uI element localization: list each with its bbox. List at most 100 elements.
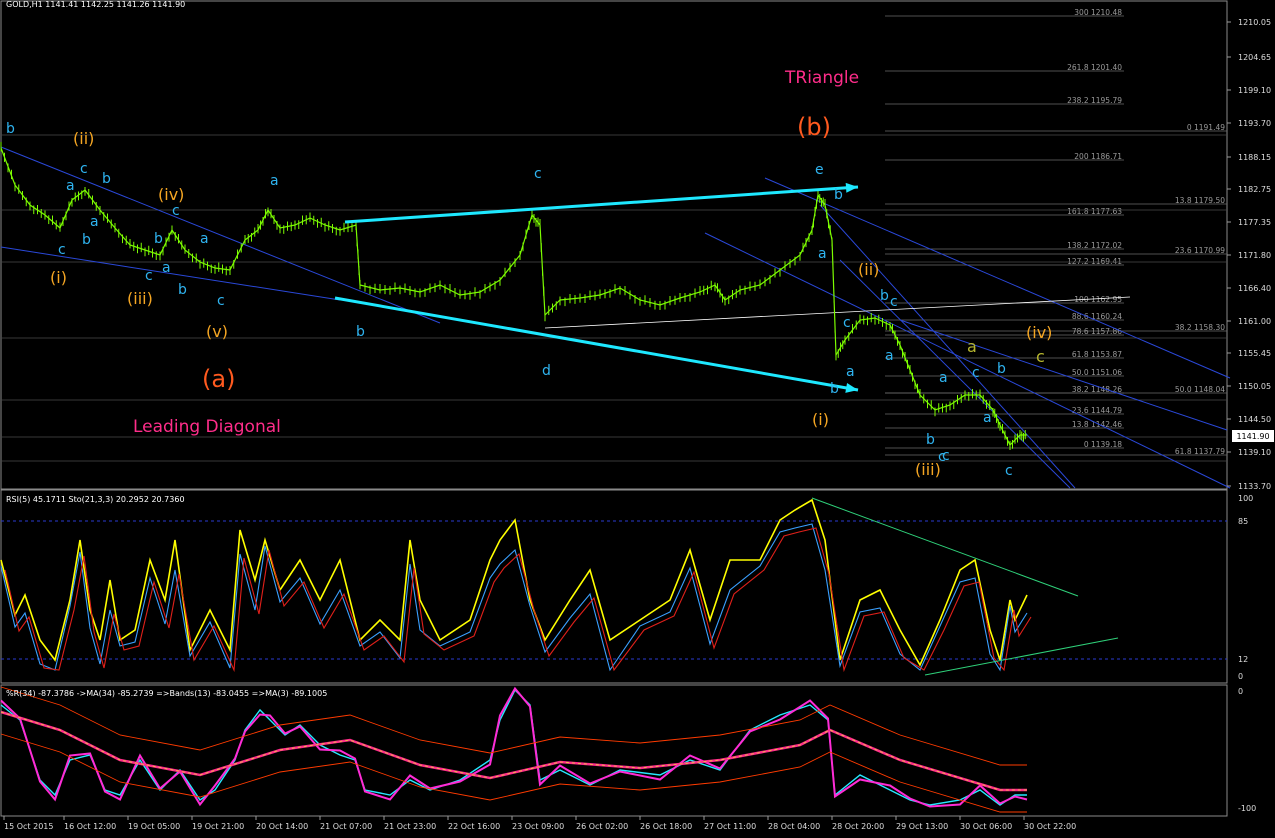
- wave-label-blue: c: [890, 294, 898, 310]
- wave-label-blue: b: [926, 432, 935, 448]
- price-tick-label: 1210.05: [1238, 18, 1271, 27]
- price-tick-label: 1144.50: [1238, 415, 1271, 424]
- fib-label: 23.6 1144.79: [1072, 406, 1122, 415]
- wave-label-blue: a: [846, 364, 855, 380]
- wave-label-blue: b: [6, 121, 15, 137]
- time-tick-label: 27 Oct 11:00: [704, 822, 756, 831]
- fib-label: 23.6 1170.99: [1175, 246, 1225, 255]
- time-tick-label: 30 Oct 22:00: [1024, 822, 1076, 831]
- wave-label-blue: a: [818, 246, 827, 262]
- price-tick-label: 1133.70: [1238, 482, 1271, 491]
- fib-label: 138.2 1172.02: [1067, 241, 1122, 250]
- leading-diagonal-label: Leading Diagonal: [133, 417, 281, 437]
- time-tick-label: 26 Oct 02:00: [576, 822, 628, 831]
- time-tick-label: 28 Oct 04:00: [768, 822, 820, 831]
- wave-label-blue: b: [834, 187, 843, 203]
- price-tick-label: 1171.80: [1238, 251, 1271, 260]
- current-price-label: 1141.90: [1236, 432, 1269, 441]
- wave-label-blue: c: [172, 203, 180, 219]
- wave-label-blue: b: [102, 171, 111, 187]
- rsi-tick-label: 100: [1238, 494, 1253, 503]
- fib-label: 50.0 1151.06: [1072, 368, 1122, 377]
- wave-label-olive: a: [967, 337, 977, 356]
- time-tick-label: 15 Oct 2015: [4, 822, 53, 831]
- rsi-header: RSI(5) 45.1711 Sto(21,3,3) 20.2952 20.73…: [6, 495, 185, 504]
- rsi-tick-label: 0: [1238, 672, 1243, 681]
- wave-label-orange: (iii): [915, 460, 941, 479]
- symbol-header: GOLD,H1 1141.41 1142.25 1141.26 1141.90: [6, 0, 185, 9]
- wave-label-blue: a: [66, 178, 75, 194]
- fib-label: 300 1210.48: [1074, 8, 1122, 17]
- time-tick-label: 20 Oct 14:00: [256, 822, 308, 831]
- triangle-label: TRiangle: [784, 68, 859, 88]
- wave-label-blue: c: [145, 268, 153, 284]
- wave-label-blue: a: [270, 173, 279, 189]
- wave-label-orange: (ii): [73, 129, 94, 148]
- time-tick-label: 19 Oct 21:00: [192, 822, 244, 831]
- time-tick-label: 26 Oct 18:00: [640, 822, 692, 831]
- wave-label-blue: b: [830, 381, 839, 397]
- fib-label: 161.8 1177.63: [1067, 207, 1122, 216]
- price-tick-label: 1139.10: [1238, 448, 1271, 457]
- wave-label-blue: c: [1005, 463, 1013, 479]
- fib-label: 0 1191.49: [1187, 123, 1225, 132]
- wave-label-blue: c: [80, 161, 88, 177]
- wave-label-orange: (i): [812, 410, 829, 429]
- time-tick-label: 28 Oct 20:00: [832, 822, 884, 831]
- price-tick-label: 1177.35: [1238, 218, 1271, 227]
- time-tick-label: 23 Oct 09:00: [512, 822, 564, 831]
- wpr-tick-label: -100: [1238, 804, 1256, 813]
- fib-label: 13.8 1142.46: [1072, 420, 1122, 429]
- time-tick-label: 21 Oct 23:00: [384, 822, 436, 831]
- wave-label-blue: d: [542, 363, 551, 379]
- fib-label: 61.8 1137.79: [1175, 447, 1225, 456]
- fib-label: 50.0 1148.04: [1175, 385, 1225, 394]
- wave-label-blue: c: [534, 166, 542, 182]
- fib-label: 61.8 1153.87: [1072, 350, 1122, 359]
- wave-b-label: (b): [797, 113, 831, 141]
- wave-label-blue: a: [162, 260, 171, 276]
- wave-label-orange: (i): [50, 268, 67, 287]
- wpr-header: %R(34) -87.3786 ->MA(34) -85.2739 =>Band…: [6, 689, 327, 698]
- wave-label-blue: a: [90, 214, 99, 230]
- wave-label-blue: b: [82, 232, 91, 248]
- wave-a-label: (a): [202, 365, 235, 393]
- price-tick-label: 1155.45: [1238, 349, 1271, 358]
- price-tick-label: 1199.10: [1238, 86, 1271, 95]
- wave-label-blue: b: [178, 282, 187, 298]
- price-tick-label: 1182.75: [1238, 185, 1271, 194]
- wave-label-blue: b: [880, 288, 889, 304]
- time-tick-label: 19 Oct 05:00: [128, 822, 180, 831]
- wave-label-blue: a: [885, 348, 894, 364]
- wave-label-blue: c: [972, 365, 980, 381]
- wave-label-blue: b: [997, 361, 1006, 377]
- wave-label-blue: c: [217, 293, 225, 309]
- fib-label: 38.2 1158.30: [1175, 323, 1225, 332]
- fib-label: 13.8 1179.50: [1175, 196, 1225, 205]
- time-tick-label: 29 Oct 13:00: [896, 822, 948, 831]
- price-tick-label: 1193.70: [1238, 119, 1271, 128]
- wave-label-blue: a: [200, 231, 209, 247]
- price-tick-label: 1166.40: [1238, 284, 1271, 293]
- wave-label-blue: b: [356, 324, 365, 340]
- fib-label: 238.2 1195.79: [1067, 96, 1122, 105]
- price-tick-label: 1204.65: [1238, 53, 1271, 62]
- price-tick-label: 1161.00: [1238, 317, 1271, 326]
- rsi-tick-label: 12: [1238, 655, 1248, 664]
- fib-label: 200 1186.71: [1074, 152, 1122, 161]
- wave-label-orange: (v): [206, 322, 228, 341]
- wave-label-orange: (iv): [1026, 323, 1052, 342]
- wave-label-blue: b: [154, 231, 163, 247]
- wave-label-olive: c: [1036, 347, 1045, 366]
- fib-label: 127.2 1169.41: [1067, 257, 1122, 266]
- wave-label-blue: e: [815, 162, 824, 178]
- wave-label-blue: c: [843, 315, 851, 331]
- chart-window: 300 1210.48 261.8 1201.40 238.2 1195.79 0 1…: [0, 0, 1275, 838]
- price-tick-label: 1150.05: [1238, 382, 1271, 391]
- time-tick-label: 22 Oct 16:00: [448, 822, 500, 831]
- wave-label-blue: a: [939, 370, 948, 386]
- wave-label-orange: (iii): [127, 289, 153, 308]
- fib-label: 261.8 1201.40: [1067, 63, 1122, 72]
- price-tick-label: 1188.15: [1238, 153, 1271, 162]
- wave-label-orange: (ii): [858, 260, 879, 279]
